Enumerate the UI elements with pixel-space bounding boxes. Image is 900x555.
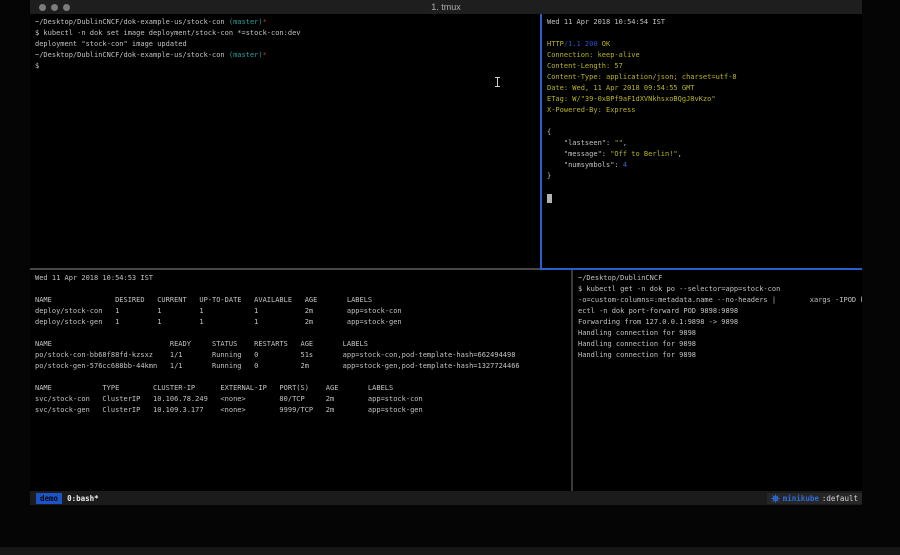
helm-wheel-icon [771,494,780,503]
kube-namespace: :default [822,494,858,503]
http-header: Connection: keep-alive [547,50,862,61]
http-header: Content-Length: 57 [547,61,862,72]
shell-path-line: ~/Desktop/DublinCNCF/dok-example-us/stoc… [35,17,540,28]
tmux-statusbar: demo 0:bash* minikube:default [30,491,862,505]
window-titlebar[interactable]: 1. tmux [30,0,862,14]
shell-command-wrap: ectl -n dok port-forward POD 9898:9898 [578,306,862,317]
http-header: Content-Type: application/json; charset=… [547,72,862,83]
kube-context-name: minikube [783,494,819,503]
git-branch: (master) [229,51,263,59]
pane-bottom-left-kubectl-get[interactable]: Wed 11 Apr 2018 10:54:53 IST NAME DESIRE… [30,270,571,491]
mouse-ibeam-cursor [494,77,501,87]
window-title: 1. tmux [30,0,862,14]
block-cursor [547,194,552,203]
tmux-window-tab[interactable]: 0:bash* [67,494,99,503]
services-table-row: svc/stock-gen ClusterIP 10.109.3.177 <no… [35,405,571,416]
http-status-line: HTTP/1.1 200 OK [547,39,862,50]
pods-table-row: po/stock-con-bb68f88fd-kzsxz 1/1 Running… [35,350,571,361]
port-forward-output: Handling connection for 9898 [578,350,862,361]
shell-command-wrap: -o=custom-columns=:metadata.name --no-he… [578,295,862,306]
http-header: X-Powered-By: Express [547,105,862,116]
git-dirty-marker: * [263,18,267,26]
pane-top-left-shell[interactable]: ~/Desktop/DublinCNCF/dok-example-us/stoc… [30,14,540,268]
shell-command-line: $ kubectl -n dok set image deployment/st… [35,28,540,39]
deployments-table-header: NAME DESIRED CURRENT UP-TO-DATE AVAILABL… [35,295,571,306]
pane-border-vertical-active[interactable] [540,14,542,268]
services-table-header: NAME TYPE CLUSTER-IP EXTERNAL-IP PORT(S)… [35,383,571,394]
kube-context-segment: minikube:default [767,493,862,504]
http-header: Date: Wed, 11 Apr 2018 09:54:55 GMT [547,83,862,94]
pane-bottom-right-port-forward[interactable]: ~/Desktop/DublinCNCF $ kubectl get -n do… [573,270,862,491]
shell-command-line: $ kubectl get -n dok po --selector=app=s… [578,284,862,295]
json-close-brace: } [547,171,862,182]
json-line-numsymbols: "numsymbols": 4 [547,160,862,171]
services-table-row: svc/stock-con ClusterIP 10.106.78.249 <n… [35,394,571,405]
watch-timestamp: Wed 11 Apr 2018 10:54:54 IST [547,17,862,28]
port-forward-output: Handling connection for 9898 [578,339,862,350]
tmux-session-badge[interactable]: demo [36,493,62,504]
shell-output-line: deployment "stock-con" image updated [35,39,540,50]
json-line-lastseen: "lastseen": "", [547,138,862,149]
port-forward-output: Forwarding from 127.0.0.1:9898 -> 9898 [578,317,862,328]
shell-prompt: $ [35,61,540,72]
deployments-table-row: deploy/stock-con 1 1 1 1 2m app=stock-co… [35,306,571,317]
terminal-cursor-line [547,193,862,204]
http-header: ETag: W/"39-0xBPf9aF1dXVNkhsxoBQgJ8vKzo" [547,94,862,105]
shell-path-line: ~/Desktop/DublinCNCF/dok-example-us/stoc… [35,50,540,61]
desktop-bottom-strip [0,547,900,555]
json-line-message: "message": "Off to Berlin!", [547,149,862,160]
git-branch: (master) [229,18,263,26]
pods-table-row: po/stock-gen-576cc688bb-44kmn 1/1 Runnin… [35,361,571,372]
watch-timestamp: Wed 11 Apr 2018 10:54:53 IST [35,273,571,284]
deployments-table-row: deploy/stock-gen 1 1 1 1 2m app=stock-ge… [35,317,571,328]
desktop: 1. tmux ~/Desktop/DublinCNCF/dok-example… [0,0,900,555]
terminal-window: 1. tmux ~/Desktop/DublinCNCF/dok-example… [30,0,862,505]
git-dirty-marker: * [263,51,267,59]
shell-path-line: ~/Desktop/DublinCNCF [578,273,862,284]
port-forward-output: Handling connection for 9898 [578,328,862,339]
pane-top-right-http[interactable]: Wed 11 Apr 2018 10:54:54 IST HTTP/1.1 20… [542,14,862,268]
pods-table-header: NAME READY STATUS RESTARTS AGE LABELS [35,339,571,350]
json-open-brace: { [547,127,862,138]
